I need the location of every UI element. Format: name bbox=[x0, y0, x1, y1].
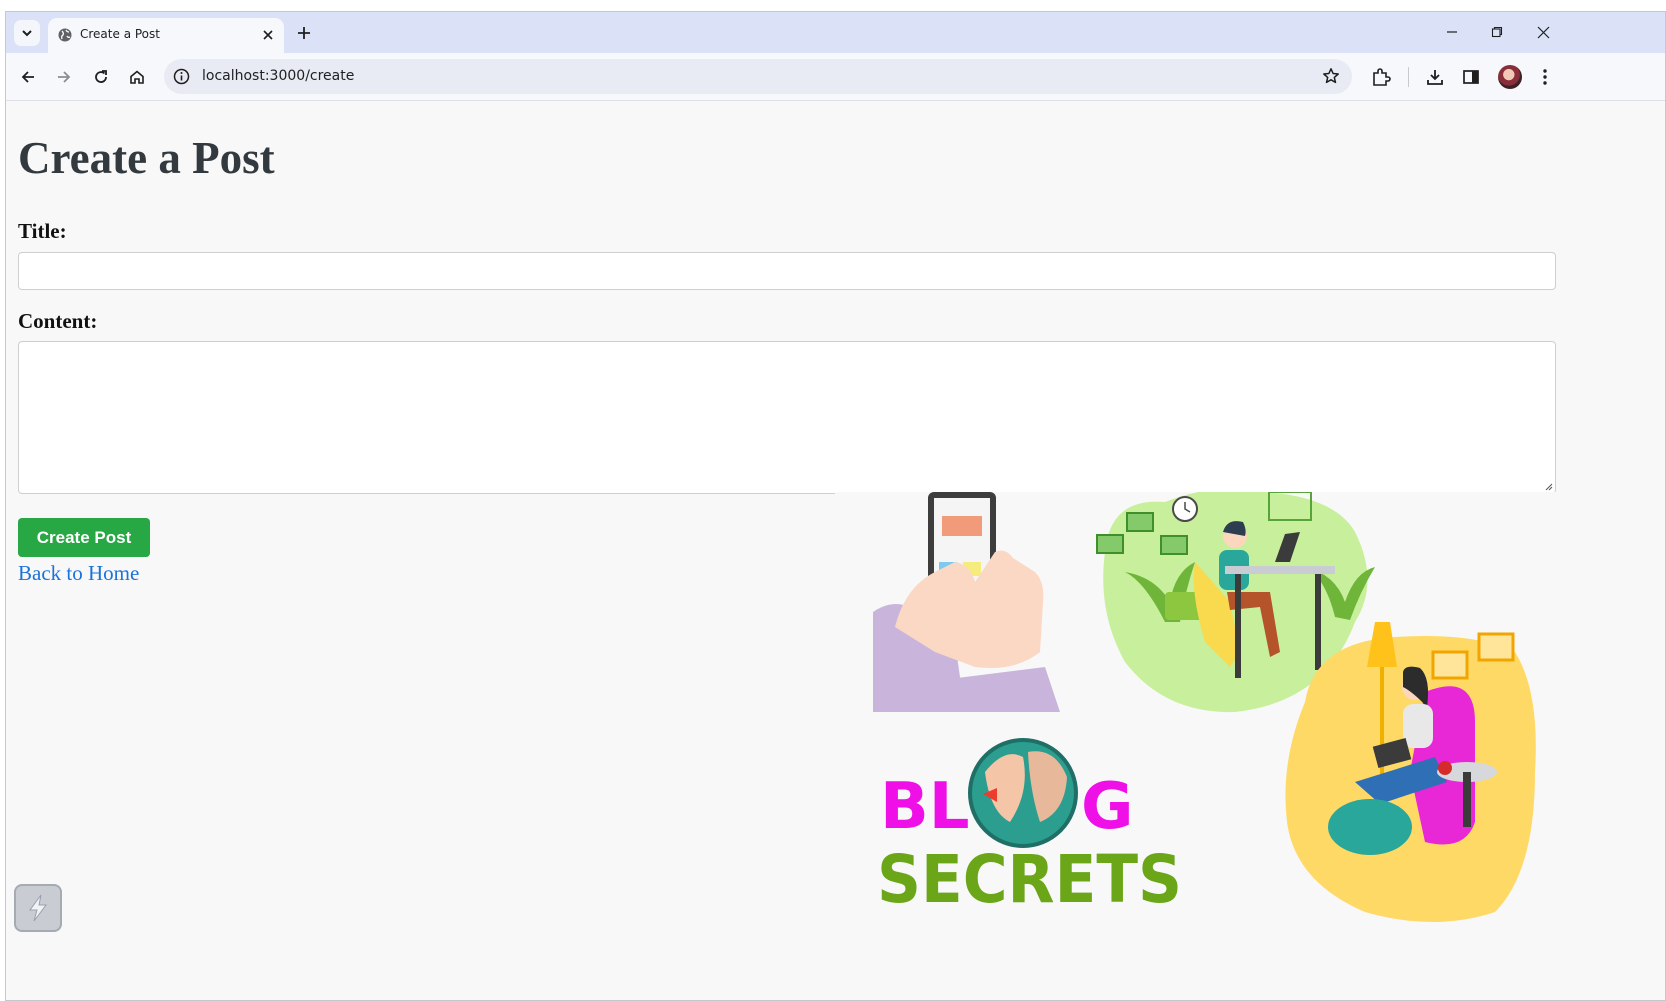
download-icon bbox=[1427, 70, 1443, 85]
title-label: Title: bbox=[18, 219, 67, 243]
forward-button[interactable] bbox=[52, 65, 76, 89]
woman-shirt bbox=[1403, 704, 1433, 748]
content-label: Content: bbox=[18, 309, 98, 333]
floating-extension-button[interactable] bbox=[14, 884, 62, 932]
plus-icon bbox=[298, 27, 310, 39]
tab-search-button[interactable] bbox=[14, 20, 40, 46]
chevron-down-icon bbox=[22, 30, 32, 37]
profile-avatar[interactable] bbox=[1498, 65, 1522, 89]
new-tab-button[interactable] bbox=[294, 23, 314, 43]
restore-icon bbox=[1491, 26, 1503, 38]
reload-button[interactable] bbox=[89, 65, 113, 89]
back-arrow-icon bbox=[21, 71, 34, 83]
menu-dots-icon bbox=[1543, 69, 1547, 85]
logo-secrets-text: SECRETS bbox=[877, 841, 1182, 918]
resize-grip-icon[interactable] bbox=[1543, 481, 1553, 491]
side-panel-icon bbox=[1463, 70, 1479, 84]
lightning-icon bbox=[29, 894, 47, 922]
star-icon[interactable] bbox=[1322, 67, 1340, 85]
logo-bl-text: BL bbox=[880, 770, 970, 844]
minimize-button[interactable] bbox=[1439, 21, 1465, 43]
page-viewport: Create a Post Title: Content: Create Pos… bbox=[6, 101, 1665, 1000]
restore-button[interactable] bbox=[1484, 21, 1510, 43]
ottoman bbox=[1328, 799, 1412, 855]
back-button[interactable] bbox=[16, 65, 40, 89]
close-window-button[interactable] bbox=[1530, 21, 1556, 43]
info-icon[interactable] bbox=[173, 68, 190, 85]
back-to-home-link[interactable]: Back to Home bbox=[18, 561, 139, 586]
reload-icon bbox=[95, 70, 107, 83]
extensions-icon bbox=[1373, 68, 1391, 86]
url-text[interactable]: localhost:3000/create bbox=[202, 68, 354, 84]
tab-create-post[interactable]: Create a Post bbox=[48, 18, 284, 53]
content-textarea[interactable] bbox=[18, 341, 1556, 494]
title-input[interactable] bbox=[18, 252, 1556, 290]
close-tab-button[interactable] bbox=[260, 27, 276, 43]
close-icon bbox=[1537, 26, 1549, 38]
blog-secrets-illustration: BL G SECRETS bbox=[835, 488, 1562, 939]
logo-g-text: G bbox=[1081, 770, 1134, 844]
browser-window: Create a Post localhost:3000/create Crea… bbox=[5, 11, 1666, 1001]
menu-button[interactable] bbox=[1533, 65, 1557, 89]
close-icon bbox=[263, 30, 273, 40]
address-bar[interactable]: localhost:3000/create bbox=[164, 59, 1352, 94]
extensions-button[interactable] bbox=[1369, 65, 1393, 89]
browser-toolbar: localhost:3000/create bbox=[6, 53, 1665, 101]
minimize-icon bbox=[1447, 31, 1457, 33]
tab-strip: Create a Post bbox=[6, 12, 1665, 53]
home-button[interactable] bbox=[125, 65, 149, 89]
desk bbox=[1225, 566, 1335, 574]
side-panel-button[interactable] bbox=[1459, 65, 1483, 89]
home-icon bbox=[130, 70, 144, 84]
tab-title: Create a Post bbox=[80, 27, 160, 41]
create-post-button[interactable]: Create Post bbox=[18, 518, 150, 557]
illustration-art: BL G SECRETS bbox=[873, 488, 1536, 922]
downloads-button[interactable] bbox=[1423, 65, 1447, 89]
toolbar-separator bbox=[1408, 67, 1409, 87]
forward-arrow-icon bbox=[58, 71, 71, 83]
page-title: Create a Post bbox=[18, 133, 275, 183]
lamp-shade bbox=[1367, 622, 1397, 667]
globe-icon bbox=[58, 28, 72, 42]
